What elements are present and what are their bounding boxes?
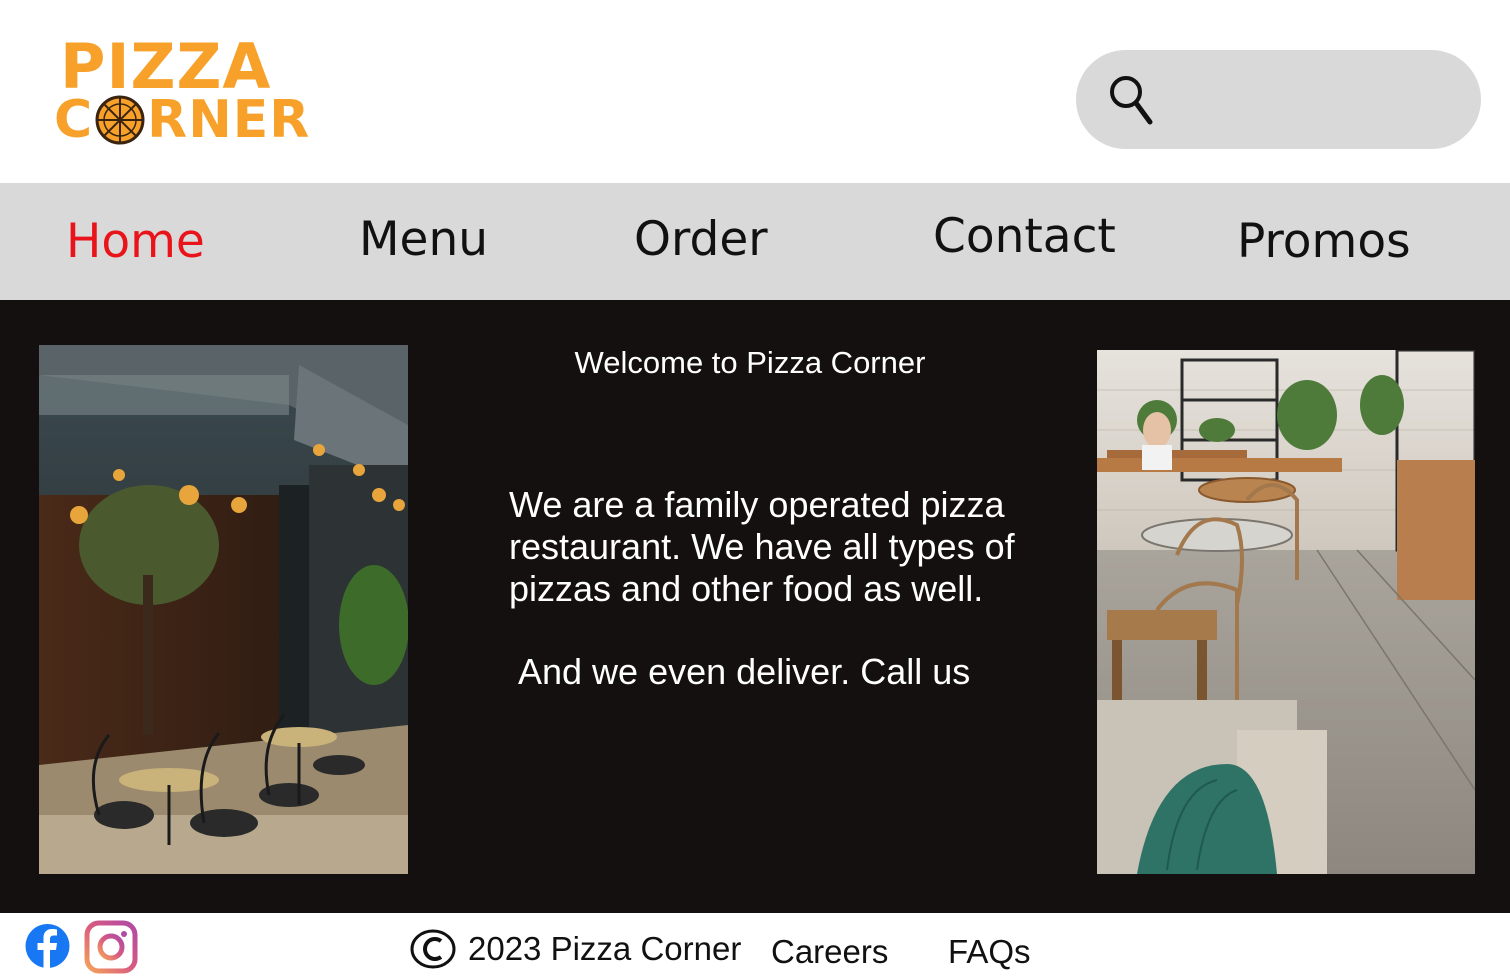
nav-item-promos[interactable]: Promos [1237, 218, 1411, 265]
careers-link[interactable]: Careers [771, 933, 888, 971]
header: PIZZA C RNER [0, 0, 1510, 183]
logo-letter-c: C [54, 90, 94, 150]
copyright-notice: 2023 Pizza Corner [410, 929, 741, 969]
delivery-text: And we even deliver. Call us [518, 651, 971, 692]
cafe-interior-photo [1097, 350, 1475, 874]
pizza-corner-logo[interactable]: PIZZA C RNER [54, 30, 334, 147]
search-icon[interactable] [1108, 74, 1154, 126]
faqs-link[interactable]: FAQs [948, 933, 1031, 971]
nav-item-menu[interactable]: Menu [359, 216, 488, 263]
search-input[interactable] [1168, 72, 1462, 129]
nav-item-home[interactable]: Home [66, 218, 205, 265]
logo-line-2: C RNER [54, 94, 310, 146]
nav-item-order[interactable]: Order [634, 216, 768, 263]
restaurant-storefront-photo [39, 345, 408, 874]
about-text: We are a family operated pizza restauran… [509, 484, 1015, 609]
copyright-icon [410, 929, 456, 969]
pizza-icon [95, 95, 145, 145]
main-nav: Home Menu Order Contact Promos [0, 183, 1510, 300]
search-bar[interactable] [1076, 50, 1481, 149]
facebook-icon[interactable] [25, 922, 70, 970]
footer: 2023 Pizza Corner Careers FAQs [0, 913, 1510, 978]
welcome-heading: Welcome to Pizza Corner [574, 345, 926, 380]
instagram-icon[interactable] [84, 920, 138, 974]
copyright-text: 2023 Pizza Corner [468, 930, 742, 967]
nav-item-contact[interactable]: Contact [933, 213, 1116, 260]
logo-line-1: PIZZA [60, 30, 272, 103]
logo-letters-rner: RNER [147, 90, 311, 150]
